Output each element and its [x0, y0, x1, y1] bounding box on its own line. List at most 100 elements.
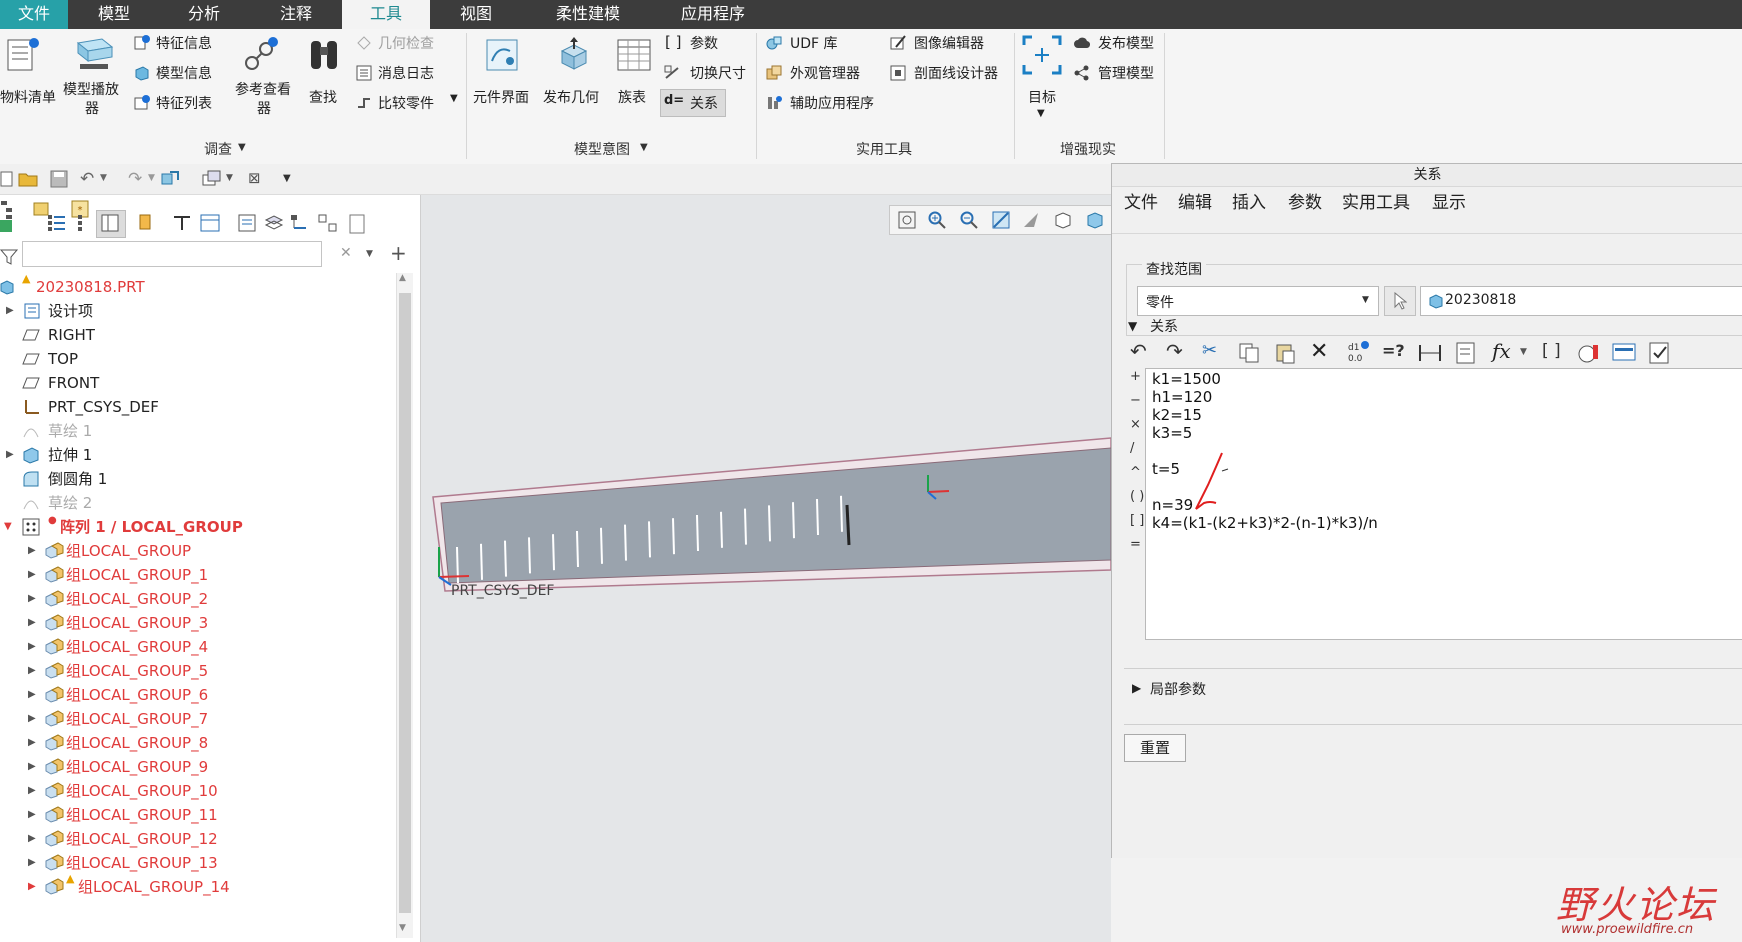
operator-button[interactable]: / [1130, 441, 1134, 456]
tab-applications[interactable]: 应用程序 [660, 0, 766, 29]
operator-button[interactable]: − [1130, 393, 1141, 408]
message-log-icon[interactable] [356, 65, 372, 81]
tab-model[interactable]: 模型 [78, 0, 150, 29]
expand-arrow-icon[interactable]: ▶ [28, 779, 36, 803]
expand-arrow-icon[interactable]: ▶ [28, 755, 36, 779]
tree-scrollbar[interactable]: ▲ ▼ [396, 273, 413, 938]
reference-viewer-icon[interactable] [242, 37, 278, 73]
operator-button[interactable]: ( ) [1130, 489, 1144, 504]
verify-equals-icon[interactable]: =? [1382, 341, 1405, 360]
expand-arrow-icon[interactable]: ▶ [28, 611, 36, 635]
compare-parts-icon[interactable] [356, 95, 372, 111]
open-folder-icon[interactable] [18, 170, 38, 188]
find-binoculars-icon[interactable] [306, 37, 342, 73]
paste-icon[interactable] [1274, 342, 1296, 364]
udf-library-label[interactable]: UDF 库 [790, 33, 838, 53]
menu-insert[interactable]: 插入 [1232, 188, 1266, 213]
scrollbar-thumb[interactable] [399, 293, 411, 913]
expand-arrow-icon[interactable]: ▶ [28, 731, 36, 755]
menu-utilities[interactable]: 实用工具 [1342, 188, 1410, 213]
switch-dimensions-icon[interactable] [664, 65, 680, 81]
select-object-button[interactable] [1384, 286, 1416, 316]
sort-relations-icon[interactable] [1454, 341, 1478, 365]
show-list-icon[interactable] [48, 214, 66, 232]
tab-view[interactable]: 视图 [440, 0, 512, 29]
graphics-window[interactable]: PRT_CSYS_DEF [421, 195, 1121, 942]
redo-icon[interactable]: ↷ [1166, 339, 1183, 363]
image-editor-icon[interactable] [890, 35, 906, 51]
new-file-icon[interactable] [0, 171, 14, 187]
operator-button[interactable]: = [1130, 537, 1141, 552]
menu-parameters[interactable]: 参数 [1288, 188, 1322, 213]
investigate-group-label[interactable]: 调查 [204, 139, 232, 159]
dimension-icon[interactable] [1418, 342, 1442, 364]
search-dropdown-icon[interactable]: ▼ [366, 249, 373, 259]
tab-flexible-modeling[interactable]: 柔性建模 [540, 0, 636, 29]
appearance-manager-label[interactable]: 外观管理器 [790, 63, 860, 83]
auxiliary-apps-icon[interactable] [766, 95, 782, 111]
table-settings-icon[interactable] [200, 214, 220, 232]
display-icon[interactable] [1612, 341, 1636, 365]
expand-arrow-icon[interactable]: ▶ [28, 851, 36, 875]
units-icon[interactable] [1576, 341, 1600, 365]
expand-arrow-icon[interactable]: ▶ [28, 587, 36, 611]
component-interface-icon[interactable] [484, 37, 520, 73]
delete-icon[interactable]: ✕ [1310, 339, 1328, 364]
save-icon[interactable] [50, 170, 68, 188]
regenerate-icon[interactable] [160, 170, 180, 188]
model-intent-group-label[interactable]: 模型意图 [574, 139, 630, 159]
customize-toolbar-dropdown-icon[interactable]: ▼ [283, 173, 291, 184]
hierarchy-icon[interactable] [290, 214, 310, 232]
menu-file[interactable]: 文件 [1124, 188, 1158, 213]
expand-arrow-icon[interactable]: ▶ [6, 443, 14, 467]
expand-arrow-icon[interactable]: ▶ [6, 299, 14, 323]
expand-arrow-icon[interactable]: ▶ [28, 635, 36, 659]
tree-settings-icon[interactable] [172, 214, 192, 232]
image-editor-label[interactable]: 图像编辑器 [914, 33, 984, 53]
clear-search-icon[interactable]: ✕ [340, 245, 352, 261]
message-log-label[interactable]: 消息日志 [378, 63, 434, 83]
function-dropdown-icon[interactable]: ▼ [1520, 347, 1527, 357]
undo-icon[interactable]: ↶ [1130, 339, 1147, 363]
section-designer-label[interactable]: 剖面线设计器 [914, 63, 998, 83]
scroll-up-icon[interactable]: ▲ [399, 273, 406, 283]
cut-icon[interactable]: ✂ [1202, 340, 1217, 361]
collapse-arrow-icon[interactable]: ▼ [4, 515, 12, 539]
model-intent-dropdown-icon[interactable]: ▼ [640, 142, 648, 153]
expand-arrow-icon[interactable]: ▶ [28, 563, 36, 587]
operator-button[interactable]: ^ [1130, 465, 1141, 480]
expand-arrow-icon[interactable]: ▶ [28, 827, 36, 851]
collapse-relations-icon[interactable]: ▼ [1128, 319, 1137, 333]
highlight-icon[interactable] [136, 213, 154, 233]
menu-display[interactable]: 显示 [1432, 188, 1466, 213]
copy-icon[interactable] [1238, 342, 1260, 364]
filter-funnel-icon[interactable] [0, 248, 18, 266]
layer-tree-icon[interactable] [238, 214, 256, 232]
evaluate-icon[interactable]: d10.0 [1346, 340, 1370, 364]
reference-viewer-label[interactable]: 参考查看 [235, 79, 291, 99]
publish-geometry-label[interactable]: 发布几何 [543, 87, 599, 107]
verify-icon[interactable] [1648, 341, 1672, 365]
object-field[interactable]: 20230818 [1420, 286, 1742, 316]
manage-model-label[interactable]: 管理模型 [1098, 63, 1154, 83]
tree-search-input[interactable] [22, 241, 322, 267]
undo-dropdown-icon[interactable]: ▼ [100, 173, 107, 183]
model-view[interactable] [421, 195, 1111, 942]
compare-parts-dropdown-icon[interactable]: ▼ [450, 93, 458, 104]
share-icon[interactable] [1074, 65, 1090, 81]
expand-arrow-icon[interactable]: ▶ [28, 707, 36, 731]
publish-geometry-icon[interactable] [556, 37, 592, 73]
model-player-label[interactable]: 模型播放 [63, 79, 119, 99]
parameters-label[interactable]: 参数 [690, 33, 718, 53]
tab-tools[interactable]: 工具 [342, 0, 430, 29]
feature-info-label[interactable]: 特征信息 [156, 33, 212, 53]
feature-info-icon[interactable] [134, 35, 150, 51]
tree-filter-icon[interactable] [76, 214, 88, 232]
model-info-label[interactable]: 模型信息 [156, 63, 212, 83]
compare-parts-label[interactable]: 比较零件 [378, 93, 434, 113]
operator-button[interactable]: × [1130, 417, 1141, 432]
feature-list-icon[interactable] [134, 95, 150, 111]
undo-icon[interactable]: ↶ [80, 169, 94, 189]
expand-arrow-icon[interactable]: ▶ [28, 683, 36, 707]
find-label[interactable]: 查找 [309, 87, 337, 107]
